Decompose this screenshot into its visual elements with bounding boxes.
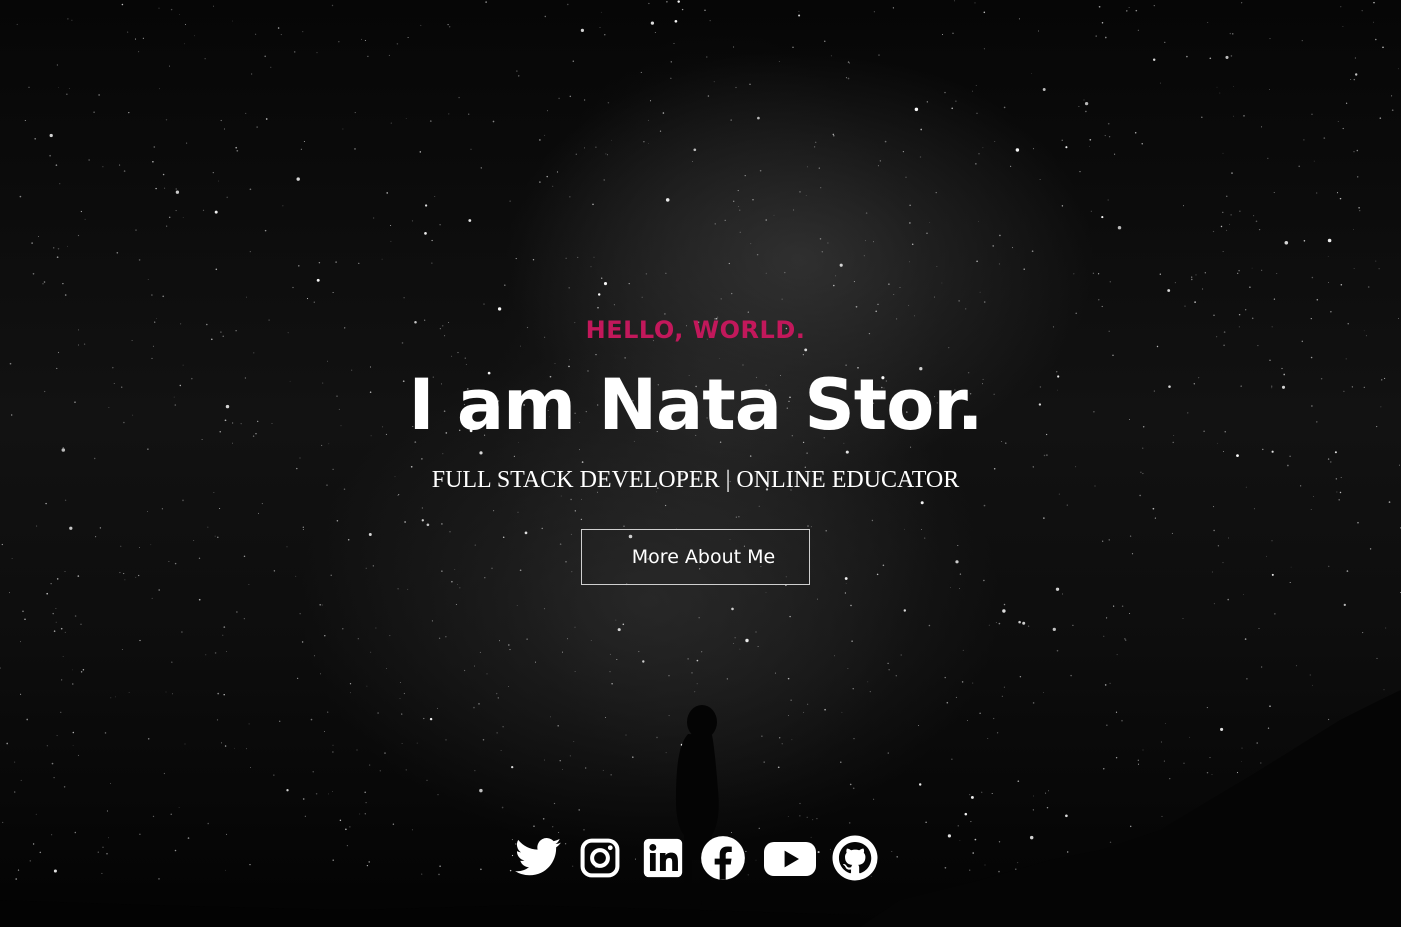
github-icon	[832, 835, 878, 881]
more-about-me-button[interactable]: More About Me	[581, 529, 810, 585]
instagram-link[interactable]	[578, 833, 640, 883]
twitter-link[interactable]	[512, 833, 568, 883]
youtube-icon	[764, 842, 816, 876]
greeting-text: HELLO, WORLD.	[585, 316, 806, 344]
more-about-me-label: More About Me	[631, 546, 776, 568]
facebook-icon	[701, 836, 745, 880]
github-link[interactable]	[830, 833, 882, 883]
instagram-icon	[580, 838, 620, 878]
facebook-link[interactable]	[698, 833, 762, 883]
youtube-link[interactable]	[762, 833, 830, 883]
twitter-icon	[515, 838, 561, 876]
hero-name-heading: I am Nata Stor.	[408, 364, 984, 446]
linkedin-icon	[643, 838, 683, 878]
linkedin-link[interactable]	[640, 833, 698, 883]
social-links	[512, 832, 882, 884]
hero-section: HELLO, WORLD. I am Nata Stor. FULL STACK…	[0, 0, 1401, 927]
silhouette-landscape	[0, 690, 1401, 927]
hero-subtitle: FULL STACK DEVELOPER | ONLINE EDUCATOR	[431, 467, 960, 493]
